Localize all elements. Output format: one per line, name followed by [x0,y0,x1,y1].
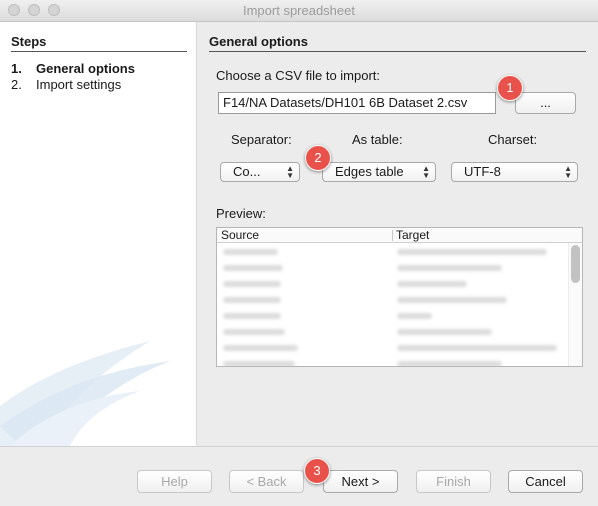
help-button[interactable]: Help [137,470,212,493]
separator-select[interactable]: Co... ▲ ▼ [220,162,300,182]
callout-badge-2: 2 [305,145,331,171]
step-label: Import settings [36,77,122,92]
as-table-value: Edges table [335,164,404,179]
step-general-options: 1. General options [11,61,135,77]
decorative-swoosh-graphic [0,341,170,446]
table-row [217,324,567,340]
file-label: Choose a CSV file to import: [216,68,381,83]
csv-file-path-field[interactable]: F14/NA Datasets/DH101 6B Dataset 2.csv [218,92,496,114]
table-row [217,308,567,324]
steps-panel: Steps 1. General options 2. Import setting… [0,22,197,446]
column-header-target: Target [396,228,430,242]
as-table-select[interactable]: Edges table ▲ ▼ [322,162,436,182]
cancel-button[interactable]: Cancel [508,470,583,493]
preview-rows [217,244,567,366]
charset-value: UTF-8 [464,164,501,179]
browse-button[interactable]: ... [515,92,576,114]
table-row [217,276,567,292]
table-row [217,244,567,260]
step-number: 2. [11,77,22,92]
steps-heading: Steps [11,34,187,52]
next-button[interactable]: Next > [323,470,398,493]
table-row [217,292,567,308]
wizard-button-bar: Help < Back Next > Finish Cancel [0,446,598,506]
preview-table[interactable]: Source Target [216,227,583,367]
stepper-arrows-icon: ▲ ▼ [422,164,430,180]
charset-label: Charset: [488,132,538,147]
charset-select[interactable]: UTF-8 ▲ ▼ [451,162,578,182]
general-options-panel: General options Choose a CSV file to imp… [198,22,598,446]
back-button[interactable]: < Back [229,470,304,493]
table-row [217,340,567,356]
steps-list: 1. General options 2. Import settings [11,61,135,93]
step-number: 1. [11,61,22,76]
step-import-settings: 2. Import settings [11,77,135,93]
stepper-arrows-icon: ▲ ▼ [286,164,294,180]
separator-value: Co... [233,164,261,179]
step-label: General options [36,61,135,76]
preview-table-header: Source Target [217,228,582,243]
preview-label: Preview: [216,206,266,221]
table-row [217,260,567,276]
stepper-arrows-icon: ▲ ▼ [564,164,572,180]
column-header-source: Source [221,228,260,242]
callout-badge-1: 1 [497,75,523,101]
as-table-label: As table: [352,132,403,147]
scrollbar-thumb[interactable] [571,245,580,283]
callout-badge-3: 3 [304,458,330,484]
table-row [217,356,567,366]
section-heading: General options [209,34,586,52]
title-bar: Import spreadsheet [0,0,598,22]
finish-button[interactable]: Finish [416,470,491,493]
separator-label: Separator: [231,132,292,147]
window-title: Import spreadsheet [242,3,355,18]
column-divider [392,230,393,241]
